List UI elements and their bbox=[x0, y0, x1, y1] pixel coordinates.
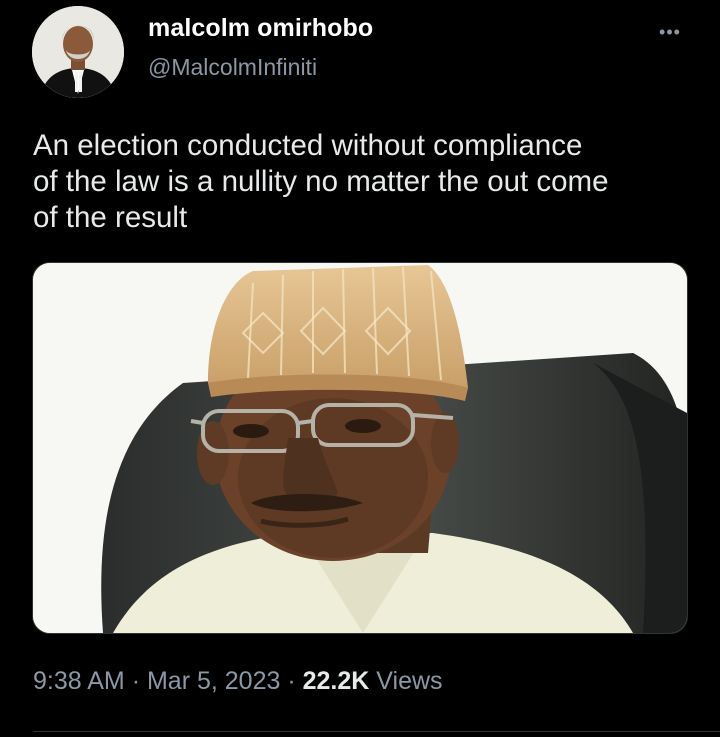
author-handle[interactable]: @MalcolmInfiniti bbox=[148, 54, 317, 81]
avatar[interactable] bbox=[32, 6, 124, 98]
tweet-meta: 9:38 AM · Mar 5, 2023 · 22.2K Views bbox=[33, 667, 443, 696]
media-photo bbox=[33, 263, 687, 633]
meta-separator: · bbox=[287, 667, 296, 695]
more-horizontal-icon: ••• bbox=[659, 22, 681, 42]
meta-separator: · bbox=[131, 667, 141, 695]
views-label: Views bbox=[376, 667, 443, 695]
author-display-name[interactable]: malcolm omirhobo bbox=[148, 14, 373, 43]
divider bbox=[33, 731, 720, 732]
tweet-date[interactable]: Mar 5, 2023 bbox=[147, 667, 280, 695]
tweet-time[interactable]: 9:38 AM bbox=[33, 667, 125, 695]
tweet-media[interactable] bbox=[32, 262, 688, 634]
views-count: 22.2K bbox=[302, 667, 370, 695]
tweet: malcolm omirhobo @MalcolmInfiniti ••• An… bbox=[0, 0, 720, 737]
more-options-button[interactable]: ••• bbox=[650, 20, 690, 44]
tweet-text: An election conducted without compliance… bbox=[33, 129, 609, 234]
avatar-image bbox=[32, 6, 124, 98]
